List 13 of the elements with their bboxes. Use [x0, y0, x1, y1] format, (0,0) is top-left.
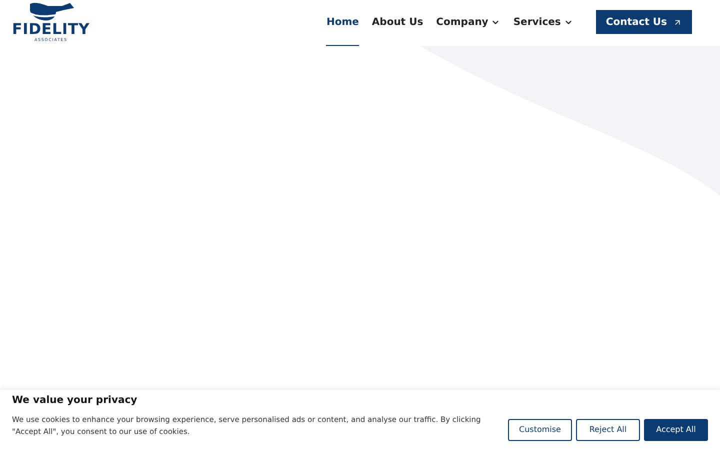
nav-link[interactable]: Company	[436, 0, 500, 46]
logo-wordmark: FIDELITY	[12, 22, 90, 37]
arrow-up-right-icon	[673, 18, 682, 26]
nav-link[interactable]: Services	[513, 0, 573, 46]
cookie-button[interactable]: Accept All	[644, 419, 708, 441]
nav-link[interactable]: Home	[326, 0, 359, 46]
cookie-button[interactable]: Reject All	[576, 419, 640, 441]
nav-link[interactable]: About Us	[372, 0, 424, 46]
cookie-title: We value your privacy	[12, 394, 138, 408]
chevron-down-icon	[564, 18, 573, 27]
cookie-button[interactable]: Customise	[508, 419, 572, 441]
chevron-down-icon	[491, 18, 500, 27]
contact-button[interactable]: Contact Us	[596, 10, 692, 34]
